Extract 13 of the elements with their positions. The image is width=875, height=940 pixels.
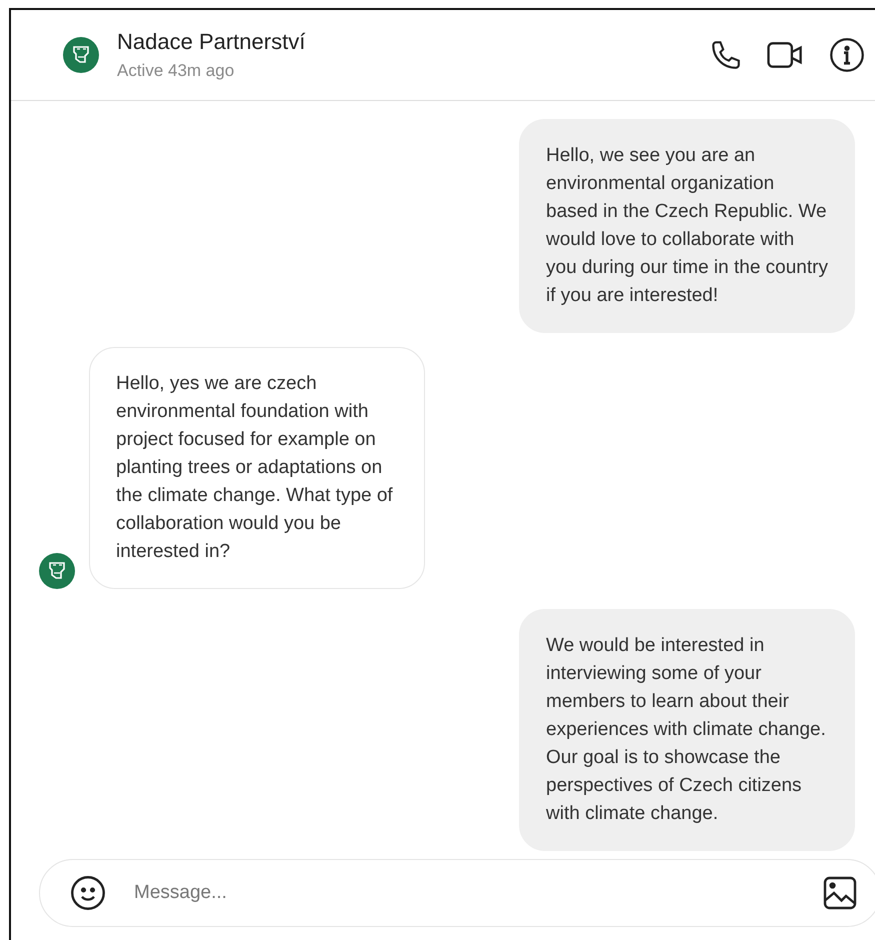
- message-bubble: We would be interested in interviewing some of your members to learn about their experiences with climate change. Our goal is to showcase the perspectives of Czech citizens with climate change.: [519, 609, 855, 851]
- phone-icon[interactable]: [709, 38, 743, 72]
- contact-name: Nadace Partnerství: [117, 29, 306, 55]
- active-status: Active 43m ago: [117, 61, 236, 81]
- info-icon[interactable]: [829, 37, 865, 73]
- emoji-icon[interactable]: [70, 875, 106, 911]
- message-bubble: Hello, we see you are an environmental organization based in the Czech Republic. We would love to collaborate with you during our time in the country if you are interested!: [519, 119, 855, 333]
- avatar-icon: [39, 553, 75, 589]
- message-composer[interactable]: Message...: [39, 859, 875, 927]
- avatar-icon: [63, 37, 99, 73]
- message-field[interactable]: Message...: [132, 881, 796, 905]
- image-icon[interactable]: [822, 875, 858, 911]
- message-bubble: Hello, yes we are czech environmental foundation with project focused for example on planting trees or adaptations on the climate change. What type of collaboration would you be interested in?: [89, 347, 425, 589]
